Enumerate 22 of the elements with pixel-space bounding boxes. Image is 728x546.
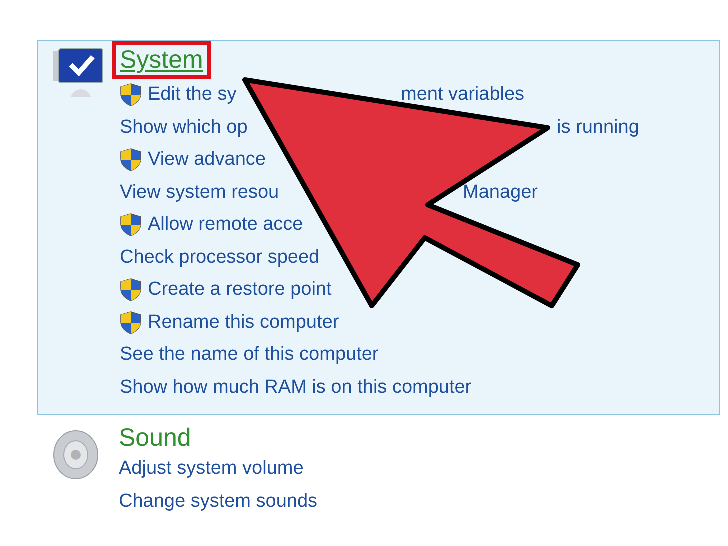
task-link[interactable]: is running: [557, 118, 640, 138]
shield-icon: [120, 148, 142, 172]
task-link[interactable]: Adjust system volume: [119, 459, 304, 480]
task-link[interactable]: View advance: [148, 150, 266, 170]
shield-icon: [120, 213, 142, 238]
shield-icon: [120, 83, 142, 108]
task-link[interactable]: Create a restore point: [148, 280, 332, 300]
section-title-link[interactable]: System: [112, 41, 212, 79]
section-title-link[interactable]: Sound: [119, 423, 192, 453]
task-link[interactable]: ment variables: [401, 85, 525, 106]
shield-icon: [120, 278, 142, 302]
task-link[interactable]: Show how much RAM is on this computer: [120, 378, 472, 398]
shield-icon: [120, 310, 142, 335]
task-link[interactable]: Change system sounds: [119, 492, 318, 512]
task-link[interactable]: View system resou: [120, 182, 280, 203]
task-link[interactable]: Show which op: [120, 118, 248, 138]
task-link[interactable]: Rename this computer: [148, 312, 340, 333]
task-link[interactable]: See the name of this computer: [120, 345, 379, 366]
task-link[interactable]: Manager: [463, 182, 538, 203]
task-link[interactable]: Check processor speed: [120, 248, 320, 268]
task-link[interactable]: Edit the sy: [148, 85, 237, 106]
task-link[interactable]: Allow remote acce: [148, 215, 304, 236]
